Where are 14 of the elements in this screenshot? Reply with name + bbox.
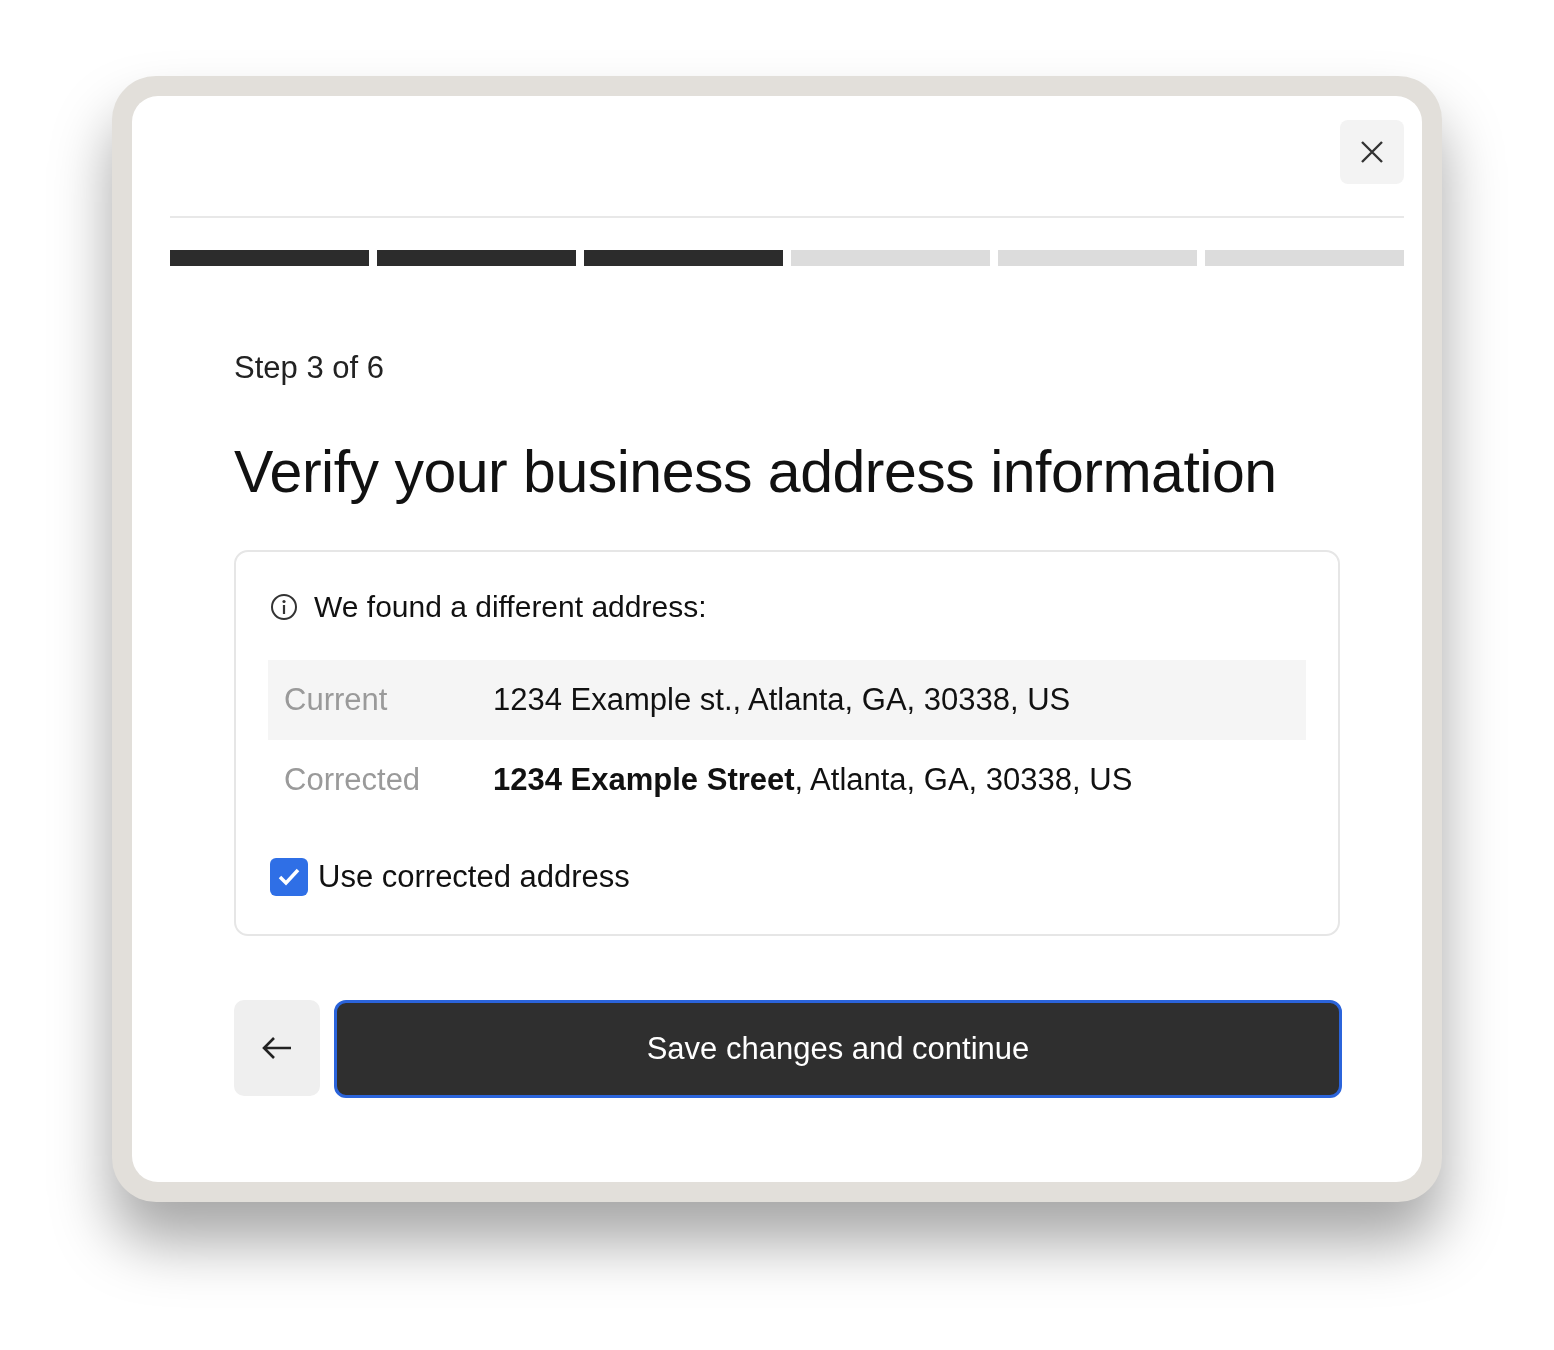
address-value: 1234 Example Street, Atlanta, GA, 30338, US	[493, 762, 1133, 798]
step-indicator: Step 3 of 6	[234, 350, 385, 386]
close-button[interactable]	[1340, 120, 1404, 184]
page-title: Verify your business address information	[234, 438, 1278, 506]
address-value: 1234 Example st., Atlanta, GA, 30338, US	[493, 682, 1071, 718]
address-label: Corrected	[284, 762, 422, 798]
checkbox[interactable]	[270, 858, 308, 896]
save-continue-button[interactable]: Save changes and continue	[334, 1000, 1342, 1098]
address-label: Current	[284, 682, 389, 718]
notice-text: We found a different address:	[314, 590, 707, 624]
close-icon	[1360, 140, 1384, 164]
checkbox-label: Use corrected address	[318, 859, 630, 895]
arrow-left-icon	[261, 1036, 293, 1060]
info-icon	[270, 593, 298, 621]
